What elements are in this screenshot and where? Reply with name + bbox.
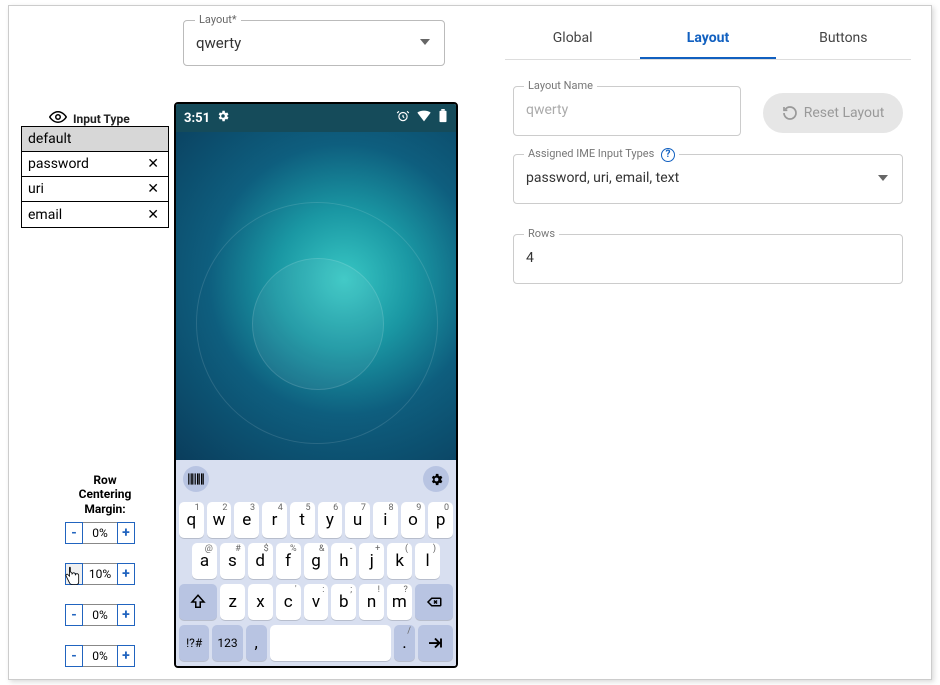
symbols-key[interactable]: !?# (179, 625, 209, 661)
key-i[interactable]: 8i (373, 502, 398, 538)
gear-icon[interactable] (423, 466, 449, 492)
space-key[interactable] (270, 625, 391, 661)
key-f[interactable]: %f (276, 543, 301, 579)
statusbar: 3:51 (176, 104, 456, 132)
key-l[interactable]: )l (415, 543, 440, 579)
input-type-label: Input Type (73, 112, 130, 126)
wallpaper (176, 132, 456, 460)
keyboard: 1q2w3e4r5t6y7u8i9o0p @a#s$d%f&g-h+j(k)l … (176, 460, 456, 666)
margin-value[interactable]: 10% (83, 563, 117, 585)
ime-label: Assigned IME Input Types ? (524, 147, 679, 162)
margin-row-1: - 0% + (65, 522, 135, 544)
row-centering-margin-label: Row Centering Margin: (65, 473, 145, 516)
layout-name-value: qwerty (526, 102, 568, 118)
key-b[interactable]: ;b (331, 584, 356, 620)
key-q[interactable]: 1q (179, 502, 204, 538)
tabs: Global Layout Buttons (505, 20, 911, 60)
input-type-item-uri[interactable]: uri ✕ (22, 177, 168, 202)
margin-minus-button[interactable]: - (65, 604, 83, 626)
close-icon[interactable]: ✕ (144, 181, 162, 197)
enter-key[interactable] (418, 625, 453, 661)
reset-layout-button[interactable]: Reset Layout (763, 93, 903, 133)
key-x[interactable]: x (248, 584, 273, 620)
alarm-icon (396, 109, 410, 127)
input-type-item-email[interactable]: email ✕ (22, 202, 168, 227)
margin-row-3: - 0% + (65, 604, 135, 626)
rows-value: 4 (526, 250, 534, 266)
barcode-icon[interactable] (183, 466, 209, 492)
key-j[interactable]: +j (359, 543, 384, 579)
rows-field[interactable]: Rows 4 (513, 234, 903, 284)
key-g[interactable]: &g (304, 543, 329, 579)
comma-key[interactable]: , (246, 625, 267, 661)
ime-input-types-field[interactable]: Assigned IME Input Types ? password, uri… (513, 154, 903, 204)
tab-layout[interactable]: Layout (640, 20, 775, 59)
close-icon[interactable]: ✕ (144, 207, 162, 223)
key-a[interactable]: @a (192, 543, 217, 579)
margin-row-2: - 10% + (65, 563, 135, 585)
margin-value[interactable]: 0% (83, 604, 117, 626)
margin-plus-button[interactable]: + (117, 563, 135, 585)
wifi-icon (416, 109, 432, 127)
margin-row-4: - 0% + (65, 645, 135, 667)
backspace-key[interactable] (415, 584, 453, 620)
key-e[interactable]: 3e (234, 502, 259, 538)
status-time: 3:51 (184, 111, 210, 126)
key-y[interactable]: 6y (318, 502, 343, 538)
key-t[interactable]: 5t (290, 502, 315, 538)
close-icon[interactable]: ✕ (144, 156, 162, 172)
ime-value: password, uri, email, text (526, 170, 679, 186)
key-s[interactable]: #s (220, 543, 245, 579)
numbers-key[interactable]: 123 (212, 625, 242, 661)
margin-minus-button[interactable]: - (65, 522, 83, 544)
margin-plus-button[interactable]: + (117, 604, 135, 626)
key-w[interactable]: 2w (207, 502, 232, 538)
key-k[interactable]: (k (387, 543, 412, 579)
chevron-down-icon (420, 39, 430, 45)
rows-label: Rows (524, 227, 559, 240)
key-u[interactable]: 7u (345, 502, 370, 538)
gear-icon (216, 109, 230, 127)
key-h[interactable]: -h (331, 543, 356, 579)
key-o[interactable]: 9o (401, 502, 426, 538)
margin-minus-button[interactable]: - (65, 645, 83, 667)
layout-name-field[interactable]: Layout Name qwerty (513, 86, 741, 136)
input-type-list: default password ✕ uri ✕ email ✕ (21, 126, 169, 228)
tab-global[interactable]: Global (505, 20, 640, 59)
key-c[interactable]: 'c (276, 584, 301, 620)
layout-select[interactable]: Layout* qwerty (183, 20, 445, 66)
period-key[interactable]: /. (394, 625, 415, 661)
battery-icon (438, 109, 448, 127)
layout-select-value: qwerty (196, 34, 241, 52)
key-z[interactable]: z (220, 584, 245, 620)
chevron-down-icon (878, 175, 888, 181)
input-type-item-default[interactable]: default (22, 127, 168, 152)
key-p[interactable]: 0p (428, 502, 453, 538)
margin-minus-button[interactable]: - (65, 563, 83, 585)
key-r[interactable]: 4r (262, 502, 287, 538)
layout-select-label: Layout* (195, 13, 241, 26)
phone-preview: 3:51 1q2w3e4r5t6y7u8i9o0p @a#s$d%f&g-h+j… (174, 102, 458, 668)
input-type-item-password[interactable]: password ✕ (22, 152, 168, 177)
margin-plus-button[interactable]: + (117, 645, 135, 667)
key-m[interactable]: ?m (387, 584, 412, 620)
shift-key[interactable] (179, 584, 217, 620)
refresh-icon (782, 105, 798, 121)
margin-plus-button[interactable]: + (117, 522, 135, 544)
margin-value[interactable]: 0% (83, 522, 117, 544)
layout-name-label: Layout Name (524, 79, 597, 92)
help-icon[interactable]: ? (661, 148, 675, 162)
key-n[interactable]: !n (359, 584, 384, 620)
key-d[interactable]: $d (248, 543, 273, 579)
margin-value[interactable]: 0% (83, 645, 117, 667)
tab-buttons[interactable]: Buttons (776, 20, 911, 59)
key-v[interactable]: :v (304, 584, 329, 620)
